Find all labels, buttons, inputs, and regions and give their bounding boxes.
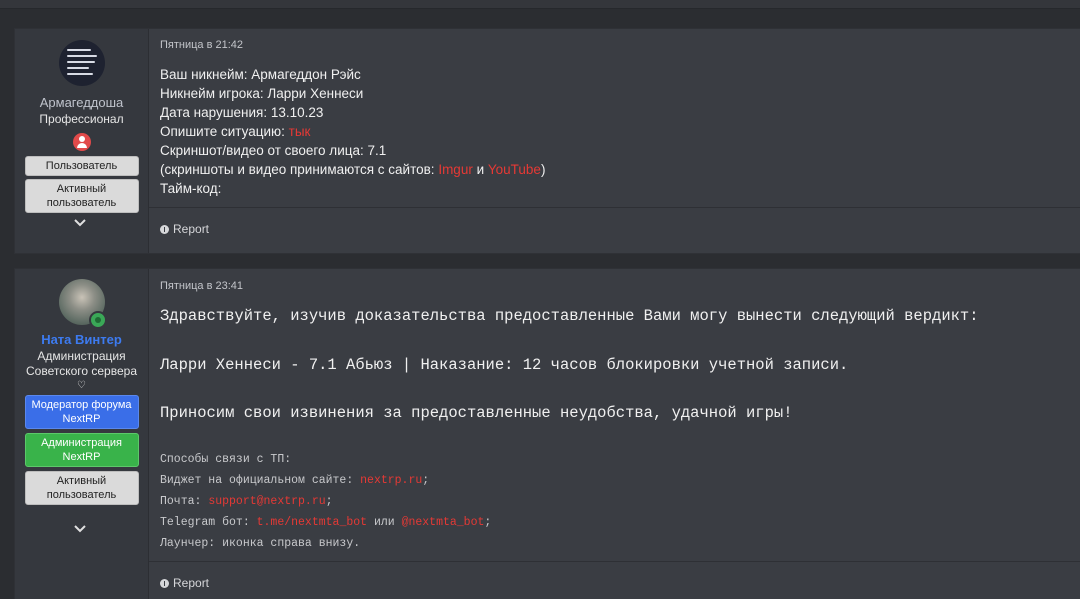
telegram-bot-link[interactable]: @nextmta_bot (402, 516, 485, 529)
youtube-link[interactable]: YouTube (488, 162, 541, 177)
body-line: Ваш никнейм: Армагеддон Рэйс (160, 67, 361, 82)
semicolon: ; (422, 474, 430, 487)
body-line: Опишите ситуацию: тык (160, 122, 545, 141)
report-icon (160, 224, 169, 234)
report-label: Report (173, 222, 210, 236)
avatar[interactable] (58, 40, 105, 86)
user-banner: Администрация NextRP (24, 433, 139, 467)
post-2: Ната Винтер Администрация Советского сер… (14, 268, 1080, 599)
contact-line: Почта: support@nextrp.ru; (160, 491, 491, 512)
body-line: Никнейм игрока: Ларри Хеннеси (160, 86, 364, 101)
post-author-panel: Ната Винтер Администрация Советского сер… (15, 269, 149, 599)
contact-heading: Способы связи с ТП: (160, 453, 292, 466)
contact-line: Telegram бот: t.me/nextmta_bot или @next… (160, 512, 491, 533)
post-author-panel: Армагеддоша Профессионал Пользователь Ак… (15, 29, 149, 253)
verdict-line: Приносим свои извинения за предоставленн… (160, 404, 793, 422)
contact-or: или (367, 516, 402, 529)
contact-block: Способы связи с ТП: Виджет на официально… (160, 449, 491, 554)
verdict-line: Здравствуйте, изучив доказательства пред… (160, 307, 979, 325)
divider (149, 207, 1080, 208)
contact-line: Виджет на официальном сайте: nextrp.ru; (160, 470, 491, 491)
semicolon: ; (484, 516, 492, 529)
avatar[interactable] (58, 279, 107, 329)
contact-line: Лаунчер: иконка справа внизу. (160, 537, 361, 550)
body-line: Тайм-код: (160, 181, 222, 196)
contact-label: Telegram бот: (160, 516, 257, 529)
verdict-line: Ларри Хеннеси - 7.1 Абьюз | Наказание: 1… (160, 356, 849, 374)
post-date[interactable]: Пятница в 21:42 (160, 39, 243, 51)
user-banner: Активный пользователь (24, 471, 139, 505)
username[interactable]: Ната Винтер (41, 332, 122, 347)
divider (149, 561, 1080, 562)
body-line: Скриншот/видео от своего лица: 7.1 (160, 143, 387, 158)
semicolon: ; (325, 495, 333, 508)
report-button[interactable]: Report (160, 222, 209, 236)
body-line-mid: и (472, 162, 488, 177)
user-title: Администрация Советского сервера (25, 349, 137, 378)
telegram-link[interactable]: t.me/nextmta_bot (257, 516, 367, 529)
user-banner: Активный пользователь (24, 179, 139, 213)
body-line-suffix: ) (540, 162, 546, 177)
post-content: Пятница в 21:42 Ваш никнейм: Армагеддон … (149, 29, 1080, 253)
top-bar (0, 0, 1080, 9)
body-line-label: Опишите ситуацию: (160, 124, 289, 139)
user-banner: Модератор форума NextRP (24, 395, 139, 429)
imgur-link[interactable]: Imgur (438, 162, 473, 177)
chevron-down-icon[interactable] (73, 521, 87, 535)
user-badge-icon[interactable] (72, 133, 91, 151)
body-line-prefix: (скриншоты и видео принимаются с сайтов: (160, 162, 439, 177)
username[interactable]: Армагеддоша (40, 95, 124, 110)
site-link[interactable]: nextrp.ru (360, 474, 422, 487)
report-button[interactable]: Report (160, 576, 209, 590)
post-content: Пятница в 23:41 Здравствуйте, изучив док… (149, 269, 1080, 599)
contact-label: Виджет на официальном сайте: (160, 474, 361, 487)
email-link[interactable]: support@nextrp.ru (208, 495, 325, 508)
post-1: Армагеддоша Профессионал Пользователь Ак… (14, 28, 1080, 254)
online-status-icon (88, 311, 107, 329)
post-body: Ваш никнейм: Армагеддон Рэйс Никнейм игр… (160, 65, 545, 198)
user-banner: Пользователь (24, 156, 139, 176)
post-date[interactable]: Пятница в 23:41 (160, 280, 243, 292)
heart-icon: ♡ (77, 380, 86, 391)
contact-label: Почта: (160, 495, 209, 508)
body-line: (скриншоты и видео принимаются с сайтов:… (160, 160, 545, 179)
report-label: Report (173, 576, 210, 590)
report-icon (160, 578, 169, 588)
body-line: Дата нарушения: 13.10.23 (160, 105, 324, 120)
situation-link[interactable]: тык (289, 124, 311, 139)
user-title: Профессионал (39, 112, 124, 126)
chevron-down-icon[interactable] (73, 215, 87, 229)
